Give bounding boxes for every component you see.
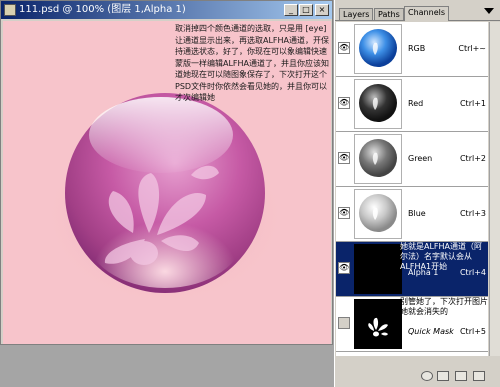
visibility-eye-icon[interactable]: 👁	[338, 152, 350, 164]
channel-thumbnail	[354, 189, 402, 239]
new-channel-icon[interactable]	[455, 371, 467, 381]
document-icon	[4, 4, 16, 16]
trash-icon[interactable]	[473, 371, 485, 381]
visibility-eye-icon[interactable]: 👁	[338, 262, 350, 274]
channel-list: 👁 RGB Ctrl+~ 👁 Red Ctrl+1 👁 Green Ctrl+2	[336, 22, 488, 356]
channel-annotation: 别管她了，下次打开图片她就会消失的	[400, 297, 488, 316]
channel-name: Green	[408, 154, 433, 163]
channel-shortcut: Ctrl+4	[459, 268, 486, 277]
document-title: 111.psd @ 100% (图层 1,Alpha 1)	[19, 4, 186, 15]
close-button[interactable]: ×	[315, 4, 329, 16]
channel-row-green[interactable]: 👁 Green Ctrl+2	[336, 132, 488, 187]
panel-scrollbar[interactable]	[489, 22, 500, 356]
channel-name: Quick Mask	[408, 327, 454, 336]
sphere-image	[43, 93, 287, 307]
channel-shortcut: Ctrl+2	[459, 154, 486, 163]
visibility-eye-icon[interactable]: 👁	[338, 42, 350, 54]
channel-thumbnail	[354, 299, 402, 349]
channel-row-red[interactable]: 👁 Red Ctrl+1	[336, 77, 488, 132]
channel-row-quick-mask[interactable]: 别管她了，下次打开图片她就会消失的 Quick Mask Ctrl+5	[336, 297, 488, 352]
tab-channels[interactable]: Channels	[404, 6, 450, 21]
load-selection-icon[interactable]	[421, 371, 433, 381]
channel-thumbnail	[354, 79, 402, 129]
channel-shortcut: Ctrl+1	[459, 99, 486, 108]
channel-thumbnail	[354, 244, 402, 294]
panel-tabs: Layers Paths Channels	[335, 0, 500, 21]
channel-shortcut: Ctrl+~	[458, 44, 486, 53]
minimize-button[interactable]: _	[284, 4, 298, 16]
channel-row-rgb[interactable]: 👁 RGB Ctrl+~	[336, 22, 488, 77]
panel-bottom-toolbar	[335, 360, 500, 387]
channel-row-alpha-1[interactable]: 👁 她就是ALFHA通道（阿尔法）名字默认会从ALFHA1开始 Alpha 1 …	[336, 242, 488, 297]
channel-thumbnail	[354, 24, 402, 74]
document-window: 111.psd @ 100% (图层 1,Alpha 1) _ □ × 取消掉四…	[0, 0, 333, 345]
image-canvas[interactable]: 取消掉四个颜色通道的选取，只是用 [eye] 让通道显示出来，再选取ALFHA通…	[3, 21, 331, 344]
visibility-empty-box[interactable]	[338, 317, 350, 329]
instruction-note: 取消掉四个颜色通道的选取，只是用 [eye] 让通道显示出来，再选取ALFHA通…	[175, 24, 330, 102]
panel-menu-icon[interactable]	[484, 8, 494, 14]
channels-panel: Layers Paths Channels 👁 RGB Ctrl+~ 👁 Red…	[334, 0, 500, 387]
channel-shortcut: Ctrl+3	[459, 209, 486, 218]
workspace-gray	[0, 345, 333, 387]
tab-layers[interactable]: Layers	[339, 8, 374, 20]
channel-name: Alpha 1	[408, 268, 439, 277]
channel-name: RGB	[408, 44, 426, 53]
channel-shortcut: Ctrl+5	[459, 327, 486, 336]
channel-name: Red	[408, 99, 424, 108]
save-selection-icon[interactable]	[437, 371, 449, 381]
visibility-eye-icon[interactable]: 👁	[338, 207, 350, 219]
maximize-button[interactable]: □	[299, 4, 313, 16]
document-title-bar[interactable]: 111.psd @ 100% (图层 1,Alpha 1) _ □ ×	[1, 1, 332, 19]
tab-paths[interactable]: Paths	[374, 8, 404, 20]
channel-row-blue[interactable]: 👁 Blue Ctrl+3	[336, 187, 488, 242]
visibility-eye-icon[interactable]: 👁	[338, 97, 350, 109]
channel-thumbnail	[354, 134, 402, 184]
channel-name: Blue	[408, 209, 426, 218]
